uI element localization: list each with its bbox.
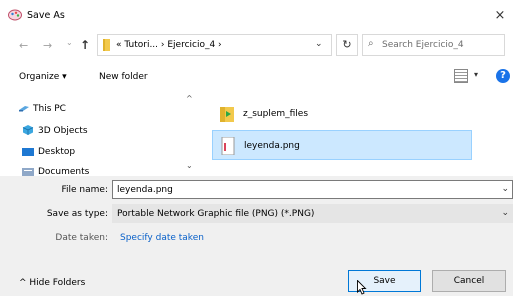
- organize-button[interactable]: Organize ▾: [19, 72, 67, 82]
- computer-icon: [19, 106, 29, 112]
- back-button[interactable]: ←: [19, 38, 28, 54]
- forward-button[interactable]: →: [43, 38, 52, 54]
- search-placeholder: Search Ejercicio_4: [382, 40, 464, 50]
- nav-item-documents[interactable]: Documents: [38, 167, 89, 176]
- list-item-selected[interactable]: leyenda.png: [212, 130, 472, 160]
- breadcrumb[interactable]: « Tutori... › Ejercicio_4 ›: [116, 40, 222, 50]
- image-file-icon: [221, 137, 235, 155]
- folder-icon: [103, 39, 110, 51]
- save-type-select[interactable]: Portable Network Graphic file (PNG) (*.P…: [112, 204, 513, 223]
- cancel-button[interactable]: Cancel: [432, 270, 506, 292]
- scroll-down-button[interactable]: ⌄: [186, 161, 193, 170]
- nav-item-this-pc[interactable]: This PC: [33, 104, 66, 114]
- file-name: leyenda.png: [244, 141, 300, 151]
- mouse-cursor-icon: [357, 280, 367, 295]
- address-dropdown-icon[interactable]: ⌄: [315, 39, 323, 49]
- file-name: z_suplem_files: [243, 109, 309, 119]
- file-name-input[interactable]: leyenda.png ⌄: [112, 180, 513, 199]
- documents-icon: [22, 168, 34, 176]
- search-icon: ⌕: [368, 38, 374, 49]
- file-name-value: leyenda.png: [117, 185, 173, 195]
- recent-locations-button[interactable]: ⌄: [66, 38, 73, 47]
- up-button[interactable]: ↑: [80, 38, 90, 52]
- scroll-up-button[interactable]: ^: [186, 94, 193, 103]
- view-options-icon[interactable]: [454, 69, 468, 83]
- navigation-pane: This PC 3D Objects Desktop Documents: [0, 94, 200, 176]
- save-type-value: Portable Network Graphic file (PNG) (*.P…: [117, 209, 315, 219]
- scrollbar-track[interactable]: [184, 107, 196, 152]
- close-button[interactable]: ×: [490, 6, 510, 26]
- specify-date-taken-link[interactable]: Specify date taken: [120, 233, 204, 243]
- save-type-label: Save as type:: [46, 209, 108, 219]
- hide-folders-button[interactable]: ^ Hide Folders: [19, 278, 85, 288]
- title-bar: [0, 0, 513, 30]
- date-taken-label: Date taken:: [55, 233, 108, 243]
- cube-icon: [22, 125, 34, 135]
- file-name-label: File name:: [61, 185, 108, 195]
- refresh-button[interactable]: ↻: [336, 34, 358, 56]
- folder-icon: [220, 107, 234, 122]
- list-item[interactable]: z_suplem_files: [212, 99, 472, 129]
- paint-app-icon: [8, 9, 22, 21]
- nav-item-3d-objects[interactable]: 3D Objects: [38, 126, 88, 136]
- chevron-down-icon[interactable]: ⌄: [501, 208, 509, 218]
- desktop-icon: [22, 148, 34, 156]
- chevron-down-icon[interactable]: ⌄: [501, 184, 509, 194]
- help-icon[interactable]: ?: [496, 69, 510, 83]
- nav-item-desktop[interactable]: Desktop: [38, 147, 75, 157]
- new-folder-button[interactable]: New folder: [99, 72, 148, 82]
- view-dropdown-icon[interactable]: ▾: [474, 70, 478, 79]
- window-title: Save As: [27, 10, 65, 21]
